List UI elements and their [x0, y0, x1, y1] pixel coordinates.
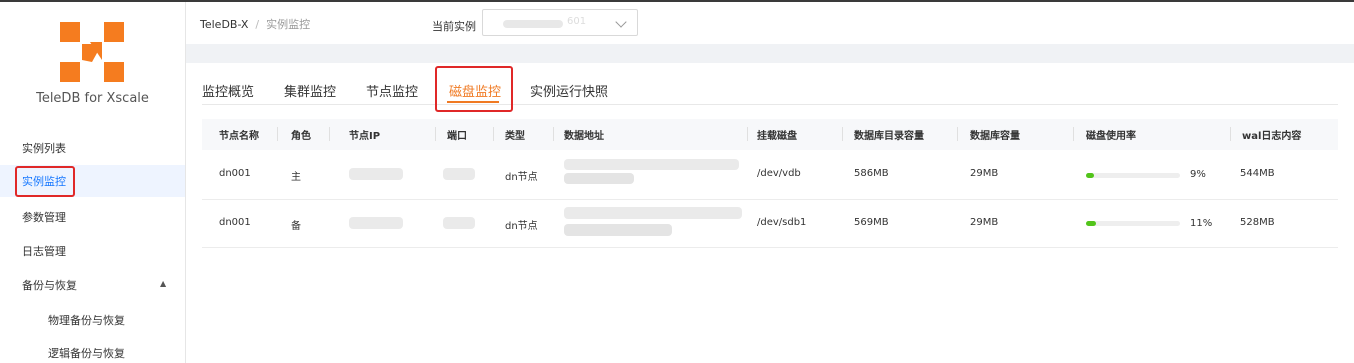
- tab-cluster[interactable]: 集群监控: [284, 81, 336, 100]
- breadcrumb-root[interactable]: TeleDB-X: [200, 18, 248, 31]
- cell-node-name: dn001: [219, 217, 251, 228]
- teledb-logo: [60, 22, 124, 82]
- sidebar-highlight-box: [15, 166, 75, 197]
- col-role: 角色: [291, 131, 311, 142]
- disk-usage-bar: [1086, 221, 1180, 226]
- tab-highlight-box: [435, 66, 513, 112]
- disk-usage-bar: [1086, 173, 1180, 178]
- sidebar: TeleDB for Xscale 实例列表 实例监控 参数管理 日志管理 备份…: [0, 2, 186, 363]
- tab-snapshot[interactable]: 实例运行快照: [530, 81, 608, 100]
- instance-select[interactable]: 601: [482, 9, 638, 36]
- cell-db-capacity: 29MB: [970, 217, 999, 228]
- cell-dir-capacity: 569MB: [854, 217, 889, 228]
- redacted-data-address: [564, 207, 742, 219]
- brand-name: TeleDB for Xscale: [36, 91, 149, 106]
- col-node-ip: 节点IP: [349, 131, 381, 142]
- redacted-data-address: [564, 173, 634, 184]
- cell-disk-usage-text: 11%: [1190, 218, 1213, 229]
- tab-bar: 监控概览 集群监控 节点监控 磁盘监控 实例运行快照: [202, 63, 1338, 105]
- column-divider: [957, 127, 958, 141]
- col-dir-capacity: 数据库目录容量: [854, 131, 924, 142]
- column-divider: [493, 127, 494, 141]
- breadcrumb-separator: /: [255, 18, 260, 31]
- column-divider: [1073, 127, 1074, 141]
- cell-db-capacity: 29MB: [970, 168, 999, 179]
- column-divider: [1230, 127, 1231, 141]
- column-divider: [435, 127, 436, 141]
- column-divider: [277, 127, 278, 141]
- cell-role: 备: [291, 221, 301, 232]
- main-panel: 监控概览 集群监控 节点监控 磁盘监控 实例运行快照 节点名称 角色 节点IP …: [186, 63, 1354, 363]
- cell-wal: 544MB: [1240, 168, 1275, 179]
- redacted-port: [443, 217, 475, 229]
- sidebar-item-instance-list[interactable]: 实例列表: [22, 140, 66, 156]
- column-divider: [329, 127, 330, 141]
- sidebar-item-physical-backup[interactable]: 物理备份与恢复: [48, 312, 125, 328]
- cell-wal: 528MB: [1240, 217, 1275, 228]
- column-divider: [553, 127, 554, 141]
- tab-node[interactable]: 节点监控: [366, 81, 418, 100]
- col-type: 类型: [505, 131, 525, 142]
- tab-overview[interactable]: 监控概览: [202, 81, 254, 100]
- column-divider: [842, 127, 843, 141]
- col-disk-usage: 磁盘使用率: [1086, 131, 1136, 142]
- instance-value-suffix: 601: [567, 16, 587, 27]
- redacted-instance-name: [503, 20, 563, 28]
- redacted-data-address: [564, 224, 672, 236]
- col-data-address: 数据地址: [564, 131, 604, 142]
- col-db-capacity: 数据库容量: [970, 131, 1020, 142]
- top-header: TeleDB-X / 实例监控 当前实例 601: [186, 2, 1354, 44]
- instance-label: 当前实例: [432, 20, 476, 33]
- breadcrumb: TeleDB-X / 实例监控: [200, 16, 310, 32]
- col-mount-disk: 挂载磁盘: [757, 131, 797, 142]
- cell-mount-disk: /dev/vdb: [757, 168, 801, 179]
- sidebar-item-logical-backup[interactable]: 逻辑备份与恢复: [48, 345, 125, 361]
- disk-usage-fill: [1086, 173, 1095, 178]
- col-port: 端口: [447, 131, 467, 142]
- sidebar-item-parameters[interactable]: 参数管理: [22, 209, 66, 225]
- cell-dir-capacity: 586MB: [854, 168, 889, 179]
- redacted-port: [443, 168, 475, 180]
- disk-usage-fill: [1086, 221, 1097, 226]
- row-divider: [202, 247, 1338, 248]
- col-node-name: 节点名称: [219, 131, 259, 142]
- sidebar-item-logs[interactable]: 日志管理: [22, 243, 66, 259]
- caret-up-icon[interactable]: ▲: [160, 279, 166, 288]
- col-wal: wal日志内容: [1242, 131, 1302, 142]
- cell-disk-usage-text: 9%: [1190, 169, 1206, 180]
- breadcrumb-current: 实例监控: [266, 18, 311, 31]
- cell-node-name: dn001: [219, 168, 251, 179]
- cell-role: 主: [291, 172, 301, 183]
- column-divider: [747, 127, 748, 141]
- cell-mount-disk: /dev/sdb1: [757, 217, 807, 228]
- row-divider: [202, 199, 1338, 200]
- redacted-node-ip: [349, 168, 403, 180]
- cell-type: dn节点: [505, 221, 538, 232]
- redacted-node-ip: [349, 217, 403, 229]
- chevron-down-icon: [615, 16, 627, 28]
- sidebar-item-backup[interactable]: 备份与恢复: [22, 277, 77, 293]
- redacted-data-address: [564, 159, 739, 170]
- cell-type: dn节点: [505, 172, 538, 183]
